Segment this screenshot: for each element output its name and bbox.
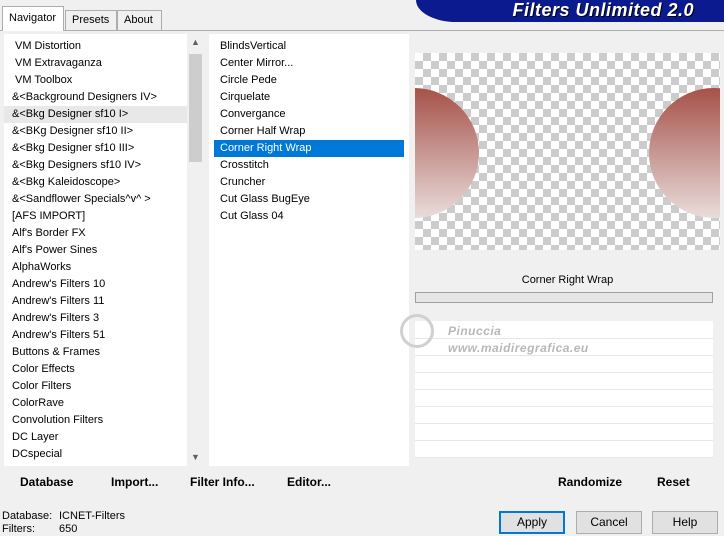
category-item[interactable]: &<BKg Designer sf10 II> <box>4 123 187 140</box>
reset-button[interactable]: Reset <box>657 475 690 489</box>
filter-item[interactable]: Cut Glass 04 <box>214 208 404 225</box>
filter-item[interactable]: Circle Pede <box>214 72 404 89</box>
filter-item[interactable]: Corner Half Wrap <box>214 123 404 140</box>
database-button[interactable]: Database <box>20 475 73 489</box>
category-item[interactable]: Alf's Border FX <box>4 225 187 242</box>
control-row <box>415 441 713 458</box>
filter-item[interactable]: Center Mirror... <box>214 55 404 72</box>
filter-item[interactable]: Crosstitch <box>214 157 404 174</box>
category-item[interactable]: AlphaWorks <box>4 259 187 276</box>
scroll-up-icon[interactable]: ▲ <box>187 34 204 51</box>
category-item[interactable]: Alf's Power Sines <box>4 242 187 259</box>
category-item[interactable]: Andrew's Filters 3 <box>4 310 187 327</box>
filter-items: BlindsVertical Center Mirror... Circle Ped… <box>214 38 404 225</box>
category-item[interactable]: &<Bkg Designer sf10 I> <box>4 106 187 123</box>
control-row <box>415 373 713 390</box>
filter-item[interactable]: Cirquelate <box>214 89 404 106</box>
category-scrollbar[interactable]: ▲ ▼ <box>187 34 204 466</box>
randomize-button[interactable]: Randomize <box>558 475 622 489</box>
category-item[interactable]: &<Bkg Designers sf10 IV> <box>4 157 187 174</box>
tab-navigator[interactable]: Navigator <box>2 6 64 31</box>
preview-half-circle-right <box>649 88 720 218</box>
filter-item[interactable]: Cut Glass BugEye <box>214 191 404 208</box>
filter-item[interactable]: Cruncher <box>214 174 404 191</box>
category-item[interactable]: VM Toolbox <box>4 72 187 89</box>
watermark-name: Pinuccia <box>448 324 502 338</box>
tab-about[interactable]: About <box>117 10 162 30</box>
category-item[interactable]: [AFS IMPORT] <box>4 208 187 225</box>
category-item[interactable]: DC Layer <box>4 429 187 446</box>
control-row <box>415 305 713 322</box>
help-button[interactable]: Help <box>652 511 718 534</box>
selected-filter-name: Corner Right Wrap <box>415 269 720 291</box>
tab-presets[interactable]: Presets <box>65 10 117 30</box>
control-row <box>415 356 713 373</box>
editor-button[interactable]: Editor... <box>287 475 331 489</box>
category-item[interactable]: Convolution Filters <box>4 412 187 429</box>
category-item[interactable]: VM Distortion <box>4 38 187 55</box>
category-item[interactable]: &<Bkg Kaleidoscope> <box>4 174 187 191</box>
category-item[interactable]: &<Sandflower Specials^v^ > <box>4 191 187 208</box>
category-item[interactable]: Color Filters <box>4 378 187 395</box>
import-button[interactable]: Import... <box>111 475 158 489</box>
category-item[interactable]: &<Background Designers IV> <box>4 89 187 106</box>
filter-item[interactable]: Corner Right Wrap <box>214 140 404 157</box>
category-item[interactable]: Andrew's Filters 11 <box>4 293 187 310</box>
database-value: ICNET-Filters <box>59 510 125 522</box>
preview-image <box>415 53 720 250</box>
filter-control-bar[interactable] <box>415 292 713 303</box>
filters-label: Filters: <box>2 523 35 535</box>
filter-list[interactable]: BlindsVertical Center Mirror... Circle Ped… <box>209 34 409 466</box>
filter-item[interactable]: Convergance <box>214 106 404 123</box>
filter-info-button[interactable]: Filter Info... <box>190 475 255 489</box>
category-item[interactable]: Color Effects <box>4 361 187 378</box>
category-item[interactable]: Andrew's Filters 10 <box>4 276 187 293</box>
navigator-toolbar: Database Import... Filter Info... Editor… <box>4 467 720 493</box>
category-item[interactable]: Buttons & Frames <box>4 344 187 361</box>
category-item[interactable]: &<Bkg Designer sf10 III> <box>4 140 187 157</box>
apply-button[interactable]: Apply <box>499 511 565 534</box>
control-row <box>415 424 713 441</box>
scroll-down-icon[interactable]: ▼ <box>187 449 204 466</box>
control-row <box>415 407 713 424</box>
category-item[interactable]: Andrew's Filters 51 <box>4 327 187 344</box>
category-item[interactable]: DCspecial <box>4 446 187 463</box>
watermark-url: www.maidiregrafica.eu <box>448 341 589 355</box>
category-items: VM Distortion VM Extravaganza VM Toolbox &<… <box>4 38 187 466</box>
filters-count: 650 <box>59 523 78 535</box>
filter-item[interactable]: BlindsVertical <box>214 38 404 55</box>
control-row <box>415 390 713 407</box>
footer-info: Database: ICNET-Filters Filters: 650 <box>2 510 125 536</box>
category-item[interactable]: ColorRave <box>4 395 187 412</box>
category-list[interactable]: VM Distortion VM Extravaganza VM Toolbox &<… <box>4 34 204 466</box>
banner-title: Filters Unlimited 2.0 <box>512 0 694 20</box>
watermark-logo-icon <box>400 314 434 348</box>
category-item[interactable]: VM Extravaganza <box>4 55 187 72</box>
database-label: Database: <box>2 510 53 522</box>
category-item[interactable]: Digital Filter <box>4 463 187 466</box>
scroll-thumb[interactable] <box>189 54 202 162</box>
preview-half-circle-left <box>415 88 479 218</box>
cancel-button[interactable]: Cancel <box>576 511 642 534</box>
title-banner: Filters Unlimited 2.0 <box>416 0 724 22</box>
